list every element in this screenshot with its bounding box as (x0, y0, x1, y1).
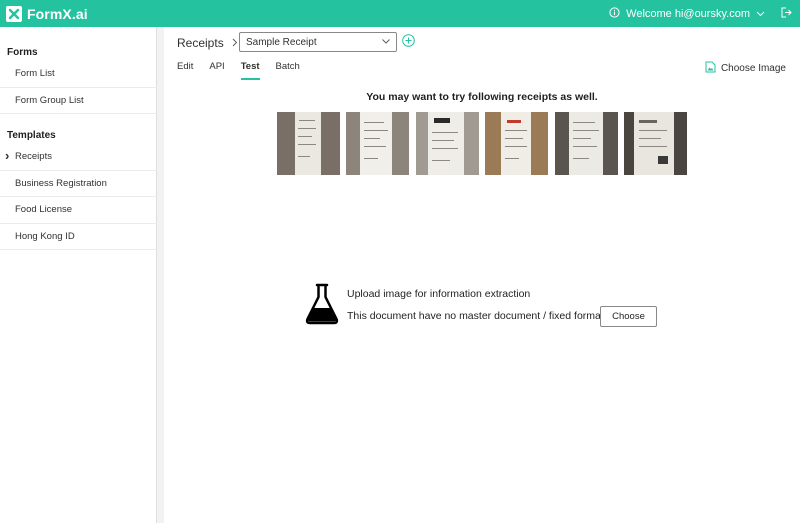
tab-bar: Edit API Test Batch (177, 60, 316, 80)
template-select[interactable]: Sample Receipt (239, 32, 397, 52)
sample-receipt-thumbnail[interactable] (415, 112, 479, 175)
tab-test[interactable]: Test (240, 60, 260, 80)
welcome-text[interactable]: Welcome hi@oursky.com (626, 8, 750, 20)
tab-api[interactable]: API (209, 60, 224, 80)
top-header: FormX.ai Welcome hi@oursky.com (0, 0, 800, 27)
sidebar-item-receipts[interactable]: Receipts (0, 144, 157, 171)
suggestion-title: You may want to try following receipts a… (366, 91, 598, 103)
main-content: Receipts Sample Receipt Edit API Test Ba… (164, 27, 800, 523)
tab-edit[interactable]: Edit (177, 60, 193, 80)
tab-batch[interactable]: Batch (276, 60, 300, 80)
template-select-value: Sample Receipt (246, 36, 317, 48)
breadcrumb: Receipts (177, 36, 238, 50)
choose-image-label: Choose Image (720, 63, 786, 74)
sample-receipt-thumbnail[interactable] (277, 112, 340, 175)
info-icon (609, 6, 620, 21)
sample-receipts (277, 112, 693, 175)
sidebar-item-hong-kong-id[interactable]: Hong Kong ID (0, 224, 157, 250)
choose-button[interactable]: Choose (600, 306, 657, 327)
templates-section-title: Templates (7, 129, 56, 141)
sidebar-item-form-group-list[interactable]: Form Group List (0, 88, 157, 114)
chevron-right-icon (232, 36, 238, 50)
sidebar-scrollbar[interactable] (157, 27, 164, 523)
logout-icon[interactable] (781, 7, 792, 21)
breadcrumb-receipts[interactable]: Receipts (177, 36, 224, 50)
image-file-icon (705, 61, 716, 76)
sidebar: Forms Form List Form Group List Template… (0, 27, 157, 523)
chevron-down-icon (381, 36, 391, 49)
sidebar-item-form-list[interactable]: Form List (0, 61, 157, 88)
sidebar-item-food-license[interactable]: Food License (0, 197, 157, 224)
flask-icon (305, 283, 339, 325)
logo[interactable]: FormX.ai (6, 5, 88, 22)
sample-receipt-thumbnail[interactable] (623, 112, 687, 175)
chevron-down-icon[interactable] (756, 8, 765, 20)
templates-nav-list: Receipts Business Registration Food Lice… (0, 144, 157, 250)
sidebar-item-business-registration[interactable]: Business Registration (0, 171, 157, 197)
sample-receipt-thumbnail[interactable] (346, 112, 410, 175)
upload-note: This document have no master document / … (347, 310, 604, 322)
sample-receipt-thumbnail[interactable] (554, 112, 618, 175)
add-template-icon[interactable] (402, 34, 415, 47)
choose-image-button[interactable]: Choose Image (705, 61, 786, 76)
upload-instruction: Upload image for information extraction (347, 288, 531, 300)
formx-logo-icon (6, 5, 22, 22)
forms-nav-list: Form List Form Group List (0, 61, 157, 114)
forms-section-title: Forms (7, 46, 38, 58)
sample-receipt-thumbnail[interactable] (485, 112, 549, 175)
logo-text: FormX.ai (27, 5, 88, 22)
